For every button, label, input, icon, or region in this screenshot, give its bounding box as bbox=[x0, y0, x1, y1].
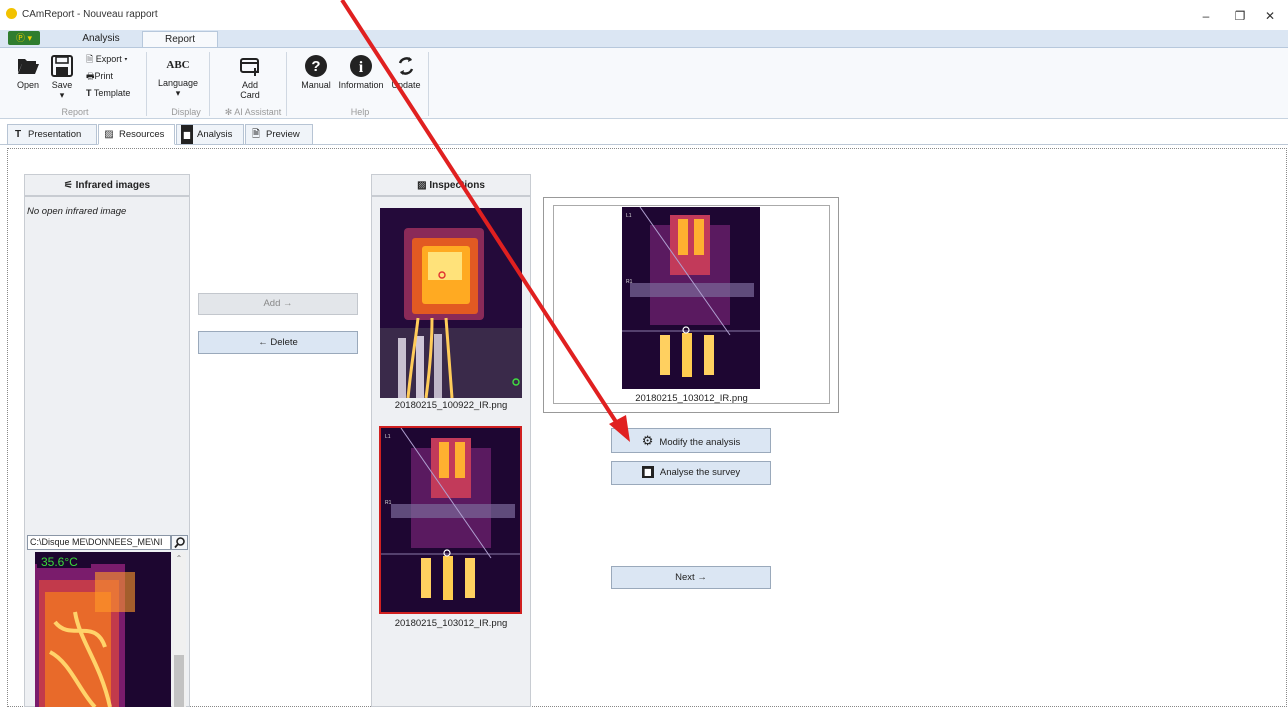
annotation-arrow bbox=[340, 0, 630, 442]
